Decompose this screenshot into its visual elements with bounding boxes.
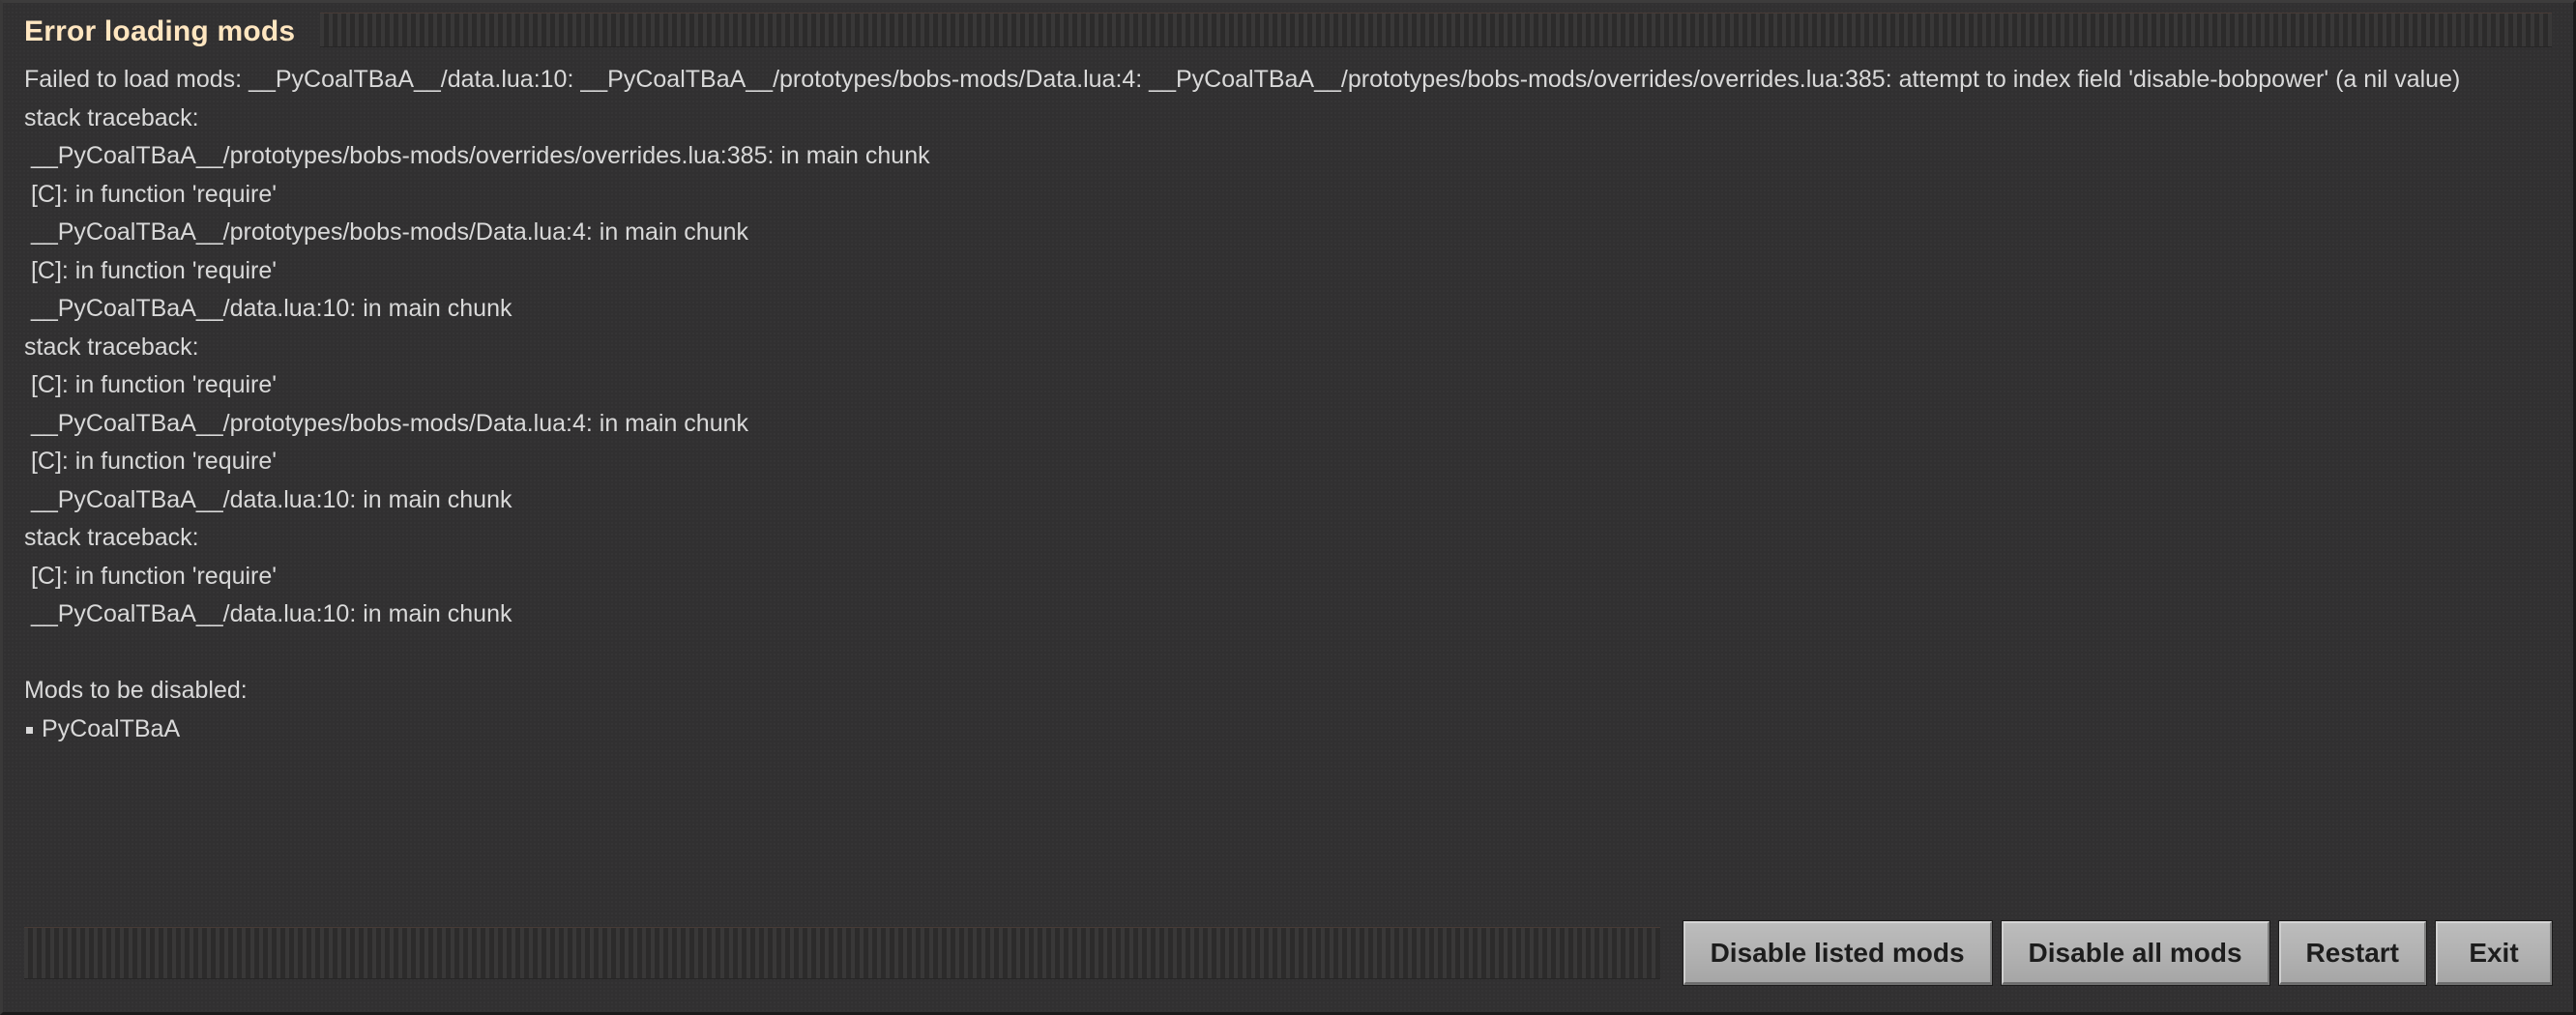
mod-name: PyCoalTBaA xyxy=(42,714,181,742)
mods-to-disable-list: PyCoalTBaA xyxy=(24,710,2552,749)
error-message-line: Failed to load mods: __PyCoalTBaA__/data… xyxy=(24,66,2461,93)
error-traceback-text: Failed to load mods: __PyCoalTBaA__/data… xyxy=(24,61,2552,634)
traceback-line: [C]: in function 'require' xyxy=(24,371,278,398)
traceback-line: __PyCoalTBaA__/prototypes/bobs-mods/Data… xyxy=(24,409,749,437)
mod-list-item: PyCoalTBaA xyxy=(24,710,2552,749)
dialog-footer: Disable listed mods Disable all mods Resta… xyxy=(3,908,2573,1012)
error-content-area: Failed to load mods: __PyCoalTBaA__/data… xyxy=(3,61,2573,908)
traceback-line: __PyCoalTBaA__/prototypes/bobs-mods/Data… xyxy=(24,218,749,246)
traceback-line: __PyCoalTBaA__/prototypes/bobs-mods/over… xyxy=(24,142,930,169)
exit-button[interactable]: Exit xyxy=(2436,921,2552,985)
disable-all-mods-button[interactable]: Disable all mods xyxy=(2001,921,2269,985)
disable-listed-mods-button[interactable]: Disable listed mods xyxy=(1683,921,1992,985)
title-bar-drag-stripes[interactable] xyxy=(320,13,2552,47)
restart-button[interactable]: Restart xyxy=(2278,921,2426,985)
dialog-title-bar: Error loading mods xyxy=(3,3,2573,61)
traceback-line: [C]: in function 'require' xyxy=(24,256,278,284)
dialog-title: Error loading mods xyxy=(24,15,296,47)
traceback-line: [C]: in function 'require' xyxy=(24,180,278,208)
traceback-line: stack traceback: xyxy=(24,333,199,361)
button-label: Disable listed mods xyxy=(1710,937,1965,968)
bullet-icon xyxy=(26,726,33,734)
traceback-line: __PyCoalTBaA__/data.lua:10: in main chun… xyxy=(24,295,512,322)
footer-filler-stripes xyxy=(24,927,1660,979)
footer-button-row: Disable listed mods Disable all mods Resta… xyxy=(1683,921,2552,985)
mods-to-disable-heading: Mods to be disabled: xyxy=(24,677,248,704)
error-loading-mods-dialog: Error loading mods Failed to load mods: … xyxy=(0,0,2576,1015)
traceback-line: __PyCoalTBaA__/data.lua:10: in main chun… xyxy=(24,485,512,513)
traceback-line: [C]: in function 'require' xyxy=(24,448,278,475)
traceback-line: [C]: in function 'require' xyxy=(24,562,278,590)
traceback-line: stack traceback: xyxy=(24,524,199,551)
traceback-line: stack traceback: xyxy=(24,103,199,131)
button-label: Disable all mods xyxy=(2028,937,2242,968)
traceback-line: __PyCoalTBaA__/data.lua:10: in main chun… xyxy=(24,600,512,627)
button-label: Restart xyxy=(2305,937,2399,968)
button-label: Exit xyxy=(2469,937,2519,968)
